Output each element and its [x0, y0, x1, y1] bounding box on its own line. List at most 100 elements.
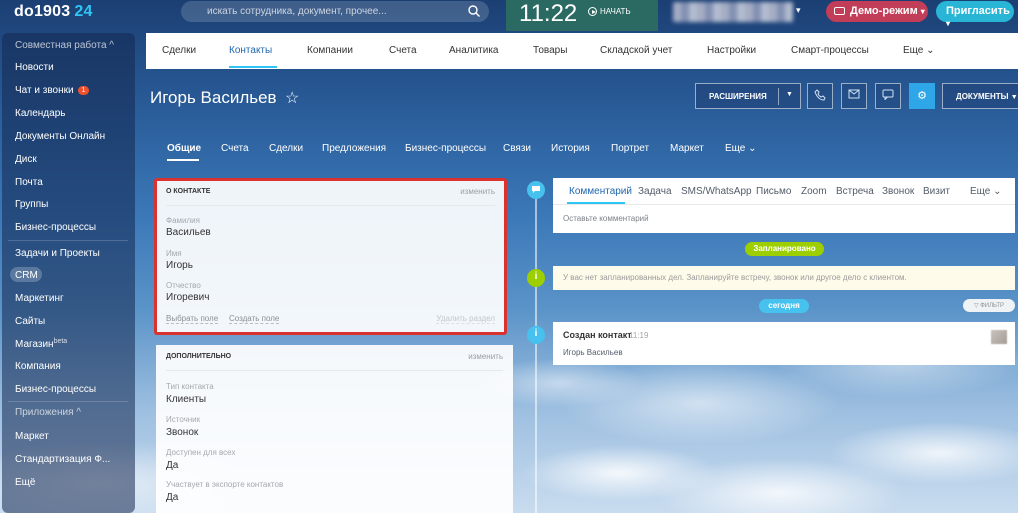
sidebar-item-shop[interactable]: Магазинbeta	[15, 338, 67, 350]
sidebar-item-groups[interactable]: Группы	[15, 199, 48, 210]
sidebar-item-company[interactable]: Компания	[15, 361, 61, 372]
tl-tab-email[interactable]: Письмо	[756, 186, 791, 197]
edit-link[interactable]: изменить	[468, 352, 503, 361]
sidebar-item-bp-2[interactable]: Бизнес-процессы	[15, 384, 96, 395]
tl-tab-call[interactable]: Звонок	[882, 186, 914, 197]
nav-warehouse[interactable]: Складской учет	[600, 45, 672, 56]
sidebar-item-mail[interactable]: Почта	[15, 177, 43, 188]
start-label: НАЧАТЬ	[600, 7, 631, 16]
sidebar-item-marketing[interactable]: Маркетинг	[15, 293, 64, 304]
sidebar-divider	[8, 240, 128, 241]
divider	[166, 370, 503, 371]
tab-invoices[interactable]: Счета	[221, 143, 249, 154]
field-value[interactable]: Да	[166, 492, 178, 503]
sidebar-section-apps[interactable]: Приложения ^	[15, 407, 81, 418]
documents-button[interactable]: ДОКУМЕНТЫ ▼	[942, 83, 1018, 109]
tl-tab-more[interactable]: Еще ⌄	[970, 186, 1002, 197]
sidebar-section-collab[interactable]: Совместная работа ^	[15, 40, 114, 51]
sidebar-item-standardization[interactable]: Стандартизация Ф...	[15, 454, 110, 465]
nav-contacts[interactable]: Контакты	[229, 45, 272, 56]
filter-button[interactable]: ▽ ФИЛЬТР	[963, 299, 1015, 312]
nav-products[interactable]: Товары	[533, 45, 567, 56]
nav-deals[interactable]: Сделки	[162, 45, 196, 56]
entry-title: Создан контакт	[563, 330, 632, 340]
field-value[interactable]: Звонок	[166, 427, 198, 438]
sidebar-item-docs-online[interactable]: Документы Онлайн	[15, 131, 105, 142]
demo-label: Демо-режим	[850, 5, 918, 17]
invite-button[interactable]: Пригласить ▾	[936, 1, 1014, 28]
field-label: Участвует в экспорте контактов	[166, 480, 284, 489]
sidebar-item-news[interactable]: Новости	[15, 62, 54, 73]
beta-label: beta	[53, 338, 68, 345]
nav-active-underline	[229, 66, 277, 68]
tab-bp[interactable]: Бизнес-процессы	[405, 143, 486, 154]
portal-logo[interactable]: do1903 24	[14, 3, 93, 21]
start-workday-button[interactable]: НАЧАТЬ	[588, 7, 631, 16]
sidebar-item-disk[interactable]: Диск	[15, 154, 37, 165]
sidebar-item-market[interactable]: Маркет	[15, 431, 49, 442]
divider	[553, 204, 1015, 205]
phone-icon[interactable]	[807, 83, 833, 109]
nav-analytics[interactable]: Аналитика	[449, 45, 499, 56]
tl-tab-zoom[interactable]: Zoom	[801, 186, 827, 197]
chevron-down-icon[interactable]: ▾	[796, 5, 801, 16]
sidebar-item-sites[interactable]: Сайты	[15, 316, 45, 327]
sidebar-item-calendar[interactable]: Календарь	[15, 108, 65, 119]
sidebar-item-chat[interactable]: Чат и звонки 1	[15, 85, 90, 96]
nav-smart-processes[interactable]: Смарт-процессы	[791, 45, 869, 56]
field-label: Доступен для всех	[166, 448, 236, 457]
crm-top-nav: Сделки Контакты Компании Счета Аналитика…	[146, 33, 1018, 69]
tl-tab-sms[interactable]: SMS/WhatsApp	[681, 186, 752, 197]
nav-invoices[interactable]: Счета	[389, 45, 417, 56]
logo-suffix: 24	[74, 3, 93, 20]
sidebar-item-crm[interactable]: CRM	[15, 270, 38, 281]
sidebar-item-more[interactable]: Ещё	[15, 477, 35, 488]
demo-mode-button[interactable]: Демо-режим ▾	[826, 1, 928, 22]
tl-tab-comment[interactable]: Комментарий	[569, 186, 632, 197]
planned-notice: У вас нет запланированных дел. Запланиру…	[553, 266, 1015, 290]
extensions-button[interactable]: РАСШИРЕНИЯ ▼	[695, 83, 801, 109]
gear-icon[interactable]: ⚙	[909, 83, 935, 109]
nav-companies[interactable]: Компании	[307, 45, 353, 56]
sidebar-item-bp[interactable]: Бизнес-процессы	[15, 222, 96, 233]
field-value[interactable]: Клиенты	[166, 394, 206, 405]
tab-general[interactable]: Общие	[167, 143, 201, 154]
invite-label: Пригласить	[946, 5, 1010, 17]
documents-label: ДОКУМЕНТЫ	[956, 92, 1009, 101]
logo-name: do1903	[14, 3, 71, 20]
tl-tab-meeting[interactable]: Встреча	[836, 186, 874, 197]
comment-input[interactable]: Оставьте комментарий	[563, 214, 649, 223]
tab-market[interactable]: Маркет	[670, 143, 704, 154]
tl-tab-visit[interactable]: Визит	[923, 186, 950, 197]
search-icon[interactable]	[467, 4, 481, 18]
entry-contact-link[interactable]: Игорь Васильев	[563, 348, 623, 357]
mail-icon[interactable]	[841, 83, 867, 109]
timeline-line	[535, 190, 537, 513]
filter-icon: ▽	[973, 303, 979, 309]
nav-more[interactable]: Еще ⌄	[903, 45, 935, 56]
star-icon[interactable]: ☆	[285, 88, 299, 108]
page-title: Игорь Васильев	[150, 88, 277, 107]
field-value[interactable]: Да	[166, 460, 178, 471]
tab-deals[interactable]: Сделки	[269, 143, 303, 154]
avatar	[991, 330, 1007, 344]
sidebar-item-tasks[interactable]: Задачи и Проекты	[15, 248, 100, 259]
sidebar-divider	[8, 401, 128, 402]
demo-icon	[834, 7, 845, 15]
user-menu-blurred[interactable]	[673, 2, 793, 22]
tab-portrait[interactable]: Портрет	[611, 143, 649, 154]
tab-active-underline	[167, 159, 199, 161]
nav-settings[interactable]: Настройки	[707, 45, 756, 56]
tab-relations[interactable]: Связи	[503, 143, 531, 154]
clock[interactable]: 11:22	[519, 0, 577, 28]
tab-offers[interactable]: Предложения	[322, 143, 386, 154]
filter-label: ФИЛЬТР	[980, 303, 1005, 309]
chat-icon[interactable]	[875, 83, 901, 109]
additional-card: ДОПОЛНИТЕЛЬНО изменить Тип контакта Клие…	[156, 345, 513, 513]
tab-history[interactable]: История	[551, 143, 590, 154]
search-input[interactable]: искать сотрудника, документ, прочее...	[181, 1, 489, 22]
chevron-down-icon[interactable]: ▼	[786, 91, 793, 98]
highlight-frame	[154, 178, 507, 335]
tab-more[interactable]: Еще ⌄	[725, 143, 757, 154]
tl-tab-task[interactable]: Задача	[638, 186, 672, 197]
